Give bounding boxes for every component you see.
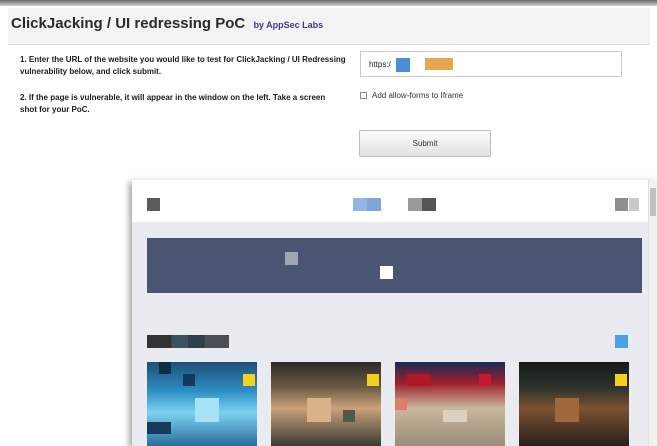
site-nav-item — [353, 198, 367, 211]
iframe-site-header — [132, 180, 657, 222]
banner-element — [380, 266, 393, 279]
instruction-step-2: 2. If the page is vulnerable, it will ap… — [20, 93, 326, 114]
pixel-cell — [443, 410, 467, 422]
pixel-cell — [555, 398, 579, 422]
scrollbar-thumb[interactable] — [650, 188, 656, 216]
redacted-url-block — [396, 58, 410, 72]
url-input-value: https:/ — [369, 60, 391, 69]
site-banner — [147, 238, 642, 293]
pixel-cell — [343, 410, 355, 422]
url-input[interactable]: https:/ — [360, 51, 622, 77]
redacted-url-block — [425, 58, 453, 70]
pixel-cell — [195, 398, 219, 422]
iframe-scrollbar[interactable] — [648, 180, 657, 446]
pixel-cell — [159, 362, 171, 374]
thumbnail-card — [147, 362, 257, 446]
instruction-step-1: 1. Enter the URL of the website you woul… — [20, 55, 346, 76]
page-title: ClickJacking / UI redressing PoC by AppS… — [11, 15, 323, 32]
title-text: ClickJacking / UI redressing PoC — [11, 15, 246, 32]
pixel-cell — [243, 374, 255, 386]
site-logo — [147, 198, 160, 211]
pixel-cell — [307, 398, 331, 422]
allow-forms-label: Add allow-forms to Iframe — [372, 91, 464, 100]
thumbnail-card — [395, 362, 505, 446]
pixel-cell — [479, 374, 491, 386]
pixel-cell — [395, 398, 407, 410]
site-menu-icon — [629, 198, 639, 211]
site-nav-item — [408, 198, 422, 211]
allow-forms-checkbox[interactable] — [360, 92, 367, 99]
site-menu-icon — [615, 198, 628, 211]
thumbnail-card — [271, 362, 381, 446]
submit-button[interactable]: Submit — [359, 130, 491, 157]
site-nav-item — [422, 198, 436, 211]
banner-element — [285, 252, 298, 265]
window-top-border — [0, 0, 657, 6]
test-iframe[interactable] — [132, 180, 657, 446]
pixel-cell — [615, 374, 627, 386]
site-nav-item — [367, 198, 381, 211]
section-link — [615, 335, 628, 348]
pixel-cell — [367, 374, 379, 386]
allow-forms-option[interactable]: Add allow-forms to Iframe — [360, 91, 463, 100]
section-heading — [147, 335, 229, 348]
thumbnail-card — [519, 362, 629, 446]
pixel-cell — [407, 374, 431, 386]
pixel-cell — [183, 374, 195, 386]
title-byline: by AppSec Labs — [253, 20, 324, 30]
pixel-cell — [147, 422, 171, 434]
